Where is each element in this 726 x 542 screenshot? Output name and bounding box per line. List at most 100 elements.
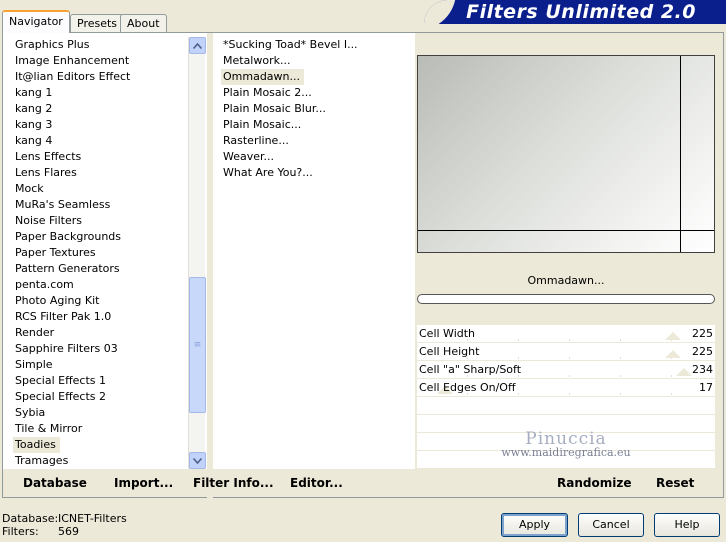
param-value: 17 [699, 381, 713, 394]
tab-about[interactable]: About [120, 14, 167, 32]
category-item[interactable]: kang 3 [13, 117, 189, 133]
filter-item[interactable]: Rasterline... [221, 133, 407, 149]
param-slider[interactable]: Cell Width 225 [417, 325, 715, 343]
editor-button[interactable]: Editor... [290, 476, 343, 490]
randomize-button[interactable]: Randomize [557, 476, 631, 490]
category-item-label: Lens Flares [15, 166, 77, 179]
param-slider[interactable]: Cell Edges On/Off 17 [417, 379, 715, 397]
category-item-label: kang 2 [15, 102, 53, 115]
category-item[interactable]: Graphics Plus [13, 37, 189, 53]
filters-count: 569 [58, 525, 79, 538]
category-item[interactable]: Toadies [13, 437, 189, 453]
category-item-label: Photo Aging Kit [15, 294, 100, 307]
watermark-url: www.maidiregrafica.eu [501, 446, 631, 459]
category-item[interactable]: Render [13, 325, 189, 341]
filter-item[interactable]: Weaver... [221, 149, 407, 165]
filter-item[interactable]: Ommadawn... [221, 69, 407, 85]
category-item-label: Noise Filters [15, 214, 82, 227]
chevron-down-icon [193, 457, 202, 464]
category-item-label: Sybia [15, 406, 46, 419]
list-divider [207, 33, 213, 499]
empty-param-row [417, 397, 715, 415]
category-item[interactable]: Pattern Generators [13, 261, 189, 277]
database-button[interactable]: Database [23, 476, 87, 490]
category-item-label: Graphics Plus [15, 38, 90, 51]
filter-item-label: Ommadawn... [221, 69, 305, 85]
category-item[interactable]: kang 2 [13, 101, 189, 117]
category-item[interactable]: MuRa's Seamless [13, 197, 189, 213]
category-item[interactable]: Special Effects 1 [13, 373, 189, 389]
filter-item[interactable]: Plain Mosaic... [221, 117, 407, 133]
panel-bottom-bar: Database Import... Filter Info... Editor… [3, 469, 723, 497]
reset-button[interactable]: Reset [656, 476, 694, 490]
param-label: Cell Edges On/Off [419, 381, 516, 394]
filter-item[interactable]: Metalwork... [221, 53, 407, 69]
help-button[interactable]: Help [654, 513, 720, 537]
cancel-button[interactable]: Cancel [578, 513, 644, 537]
category-item[interactable]: Photo Aging Kit [13, 293, 189, 309]
category-item[interactable]: Noise Filters [13, 213, 189, 229]
tab-navigator[interactable]: Navigator [2, 10, 70, 33]
scroll-down-button[interactable] [189, 452, 206, 469]
param-slider[interactable]: Cell Height 225 [417, 343, 715, 361]
apply-button[interactable]: Apply [501, 513, 568, 537]
category-item[interactable]: Sapphire Filters 03 [13, 341, 189, 357]
param-value: 225 [692, 327, 713, 340]
filter-info-button[interactable]: Filter Info... [193, 476, 274, 490]
category-item[interactable]: kang 1 [13, 85, 189, 101]
category-item-label: kang 3 [15, 118, 53, 131]
category-item-label: Sapphire Filters 03 [15, 342, 118, 355]
navigator-panel: Graphics Plus Image Enhancement It@lian Ed… [2, 32, 724, 499]
category-item[interactable]: Mock [13, 181, 189, 197]
preview-guide-vertical [680, 56, 681, 252]
category-item[interactable]: Lens Effects [13, 149, 189, 165]
category-item[interactable]: RCS Filter Pak 1.0 [13, 309, 189, 325]
filter-item-label: Plain Mosaic Blur... [223, 102, 326, 115]
database-value: ICNET-Filters [58, 512, 127, 525]
category-item[interactable]: Special Effects 2 [13, 389, 189, 405]
filter-item[interactable]: Plain Mosaic 2... [221, 85, 407, 101]
category-item-label: MuRa's Seamless [15, 198, 111, 211]
category-item-label: Simple [15, 358, 53, 371]
param-value: 225 [692, 345, 713, 358]
category-item-label: Tile & Mirror [15, 422, 83, 435]
category-item-label: Paper Textures [15, 246, 96, 259]
slider-thumb[interactable] [676, 368, 693, 376]
slider-thumb[interactable] [665, 332, 682, 340]
param-label: Cell "a" Sharp/Soft [419, 363, 522, 376]
category-item-label: It@lian Editors Effect [15, 70, 131, 83]
category-item[interactable]: Tramages [13, 453, 189, 469]
category-item[interactable]: It@lian Editors Effect [13, 69, 189, 85]
current-filter-name: Ommadawn... [417, 271, 715, 291]
category-item[interactable]: Image Enhancement [13, 53, 189, 69]
category-item[interactable]: Lens Flares [13, 165, 189, 181]
slider-thumb[interactable] [665, 350, 682, 358]
filter-item[interactable]: What Are You?... [221, 165, 407, 181]
category-item[interactable]: Sybia [13, 405, 189, 421]
category-item[interactable]: Tile & Mirror [13, 421, 189, 437]
category-item[interactable]: Simple [13, 357, 189, 373]
scroll-up-button[interactable] [189, 37, 206, 54]
category-list[interactable]: Graphics Plus Image Enhancement It@lian Ed… [13, 37, 189, 469]
filter-list[interactable]: *Sucking Toad* Bevel I... Metalwork... Omm… [221, 37, 407, 181]
category-item[interactable]: penta.com [13, 277, 189, 293]
category-item[interactable]: Paper Backgrounds [13, 229, 189, 245]
filters-label: Filters: [2, 525, 39, 538]
database-info: Database:ICNET-Filters Filters: 569 [2, 512, 127, 538]
param-label: Cell Width [419, 327, 476, 340]
import-button[interactable]: Import... [114, 476, 173, 490]
param-slider[interactable]: Cell "a" Sharp/Soft 234 [417, 361, 715, 379]
filter-item[interactable]: *Sucking Toad* Bevel I... [221, 37, 407, 53]
scroll-thumb[interactable]: ≡ [189, 277, 206, 413]
chevron-up-icon [193, 42, 202, 49]
category-item-label: kang 4 [15, 134, 53, 147]
filter-item[interactable]: Plain Mosaic Blur... [221, 101, 407, 117]
category-item[interactable]: kang 4 [13, 133, 189, 149]
filter-item-label: *Sucking Toad* Bevel I... [223, 38, 358, 51]
tab-presets[interactable]: Presets [70, 14, 125, 32]
filter-item-label: What Are You?... [223, 166, 313, 179]
category-item[interactable]: Paper Textures [13, 245, 189, 261]
category-item-label: RCS Filter Pak 1.0 [15, 310, 112, 323]
category-scrollbar[interactable]: ≡ [188, 37, 206, 469]
category-item-label: Tramages [15, 454, 69, 467]
